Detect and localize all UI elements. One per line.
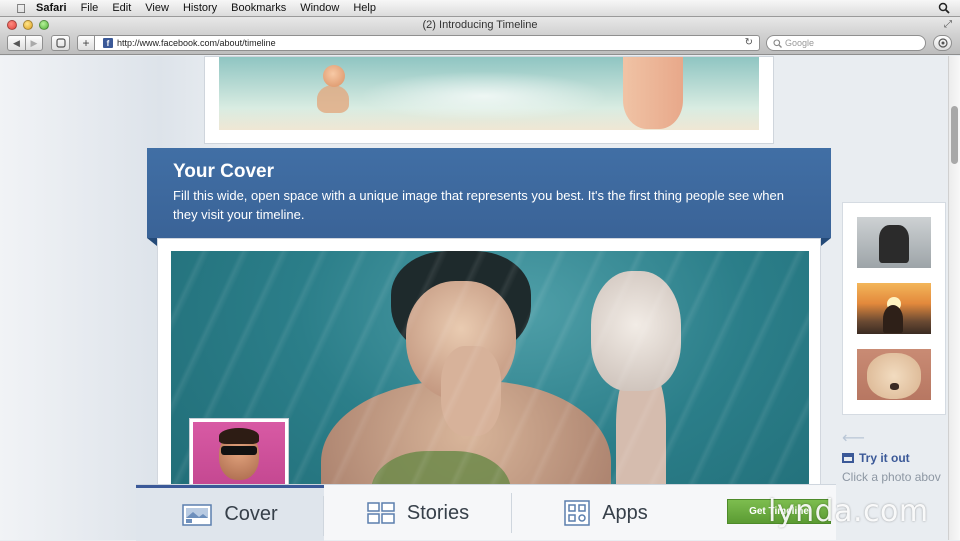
leg-figure <box>623 57 683 129</box>
spotlight-search-icon[interactable] <box>938 2 950 14</box>
section-title: Your Cover <box>173 161 275 182</box>
profile-picture <box>189 418 289 488</box>
stories-grid-icon <box>367 502 395 524</box>
tab-stories[interactable]: Stories <box>324 485 512 541</box>
back-button[interactable]: ◀ <box>7 35 26 51</box>
mac-menubar:  Safari File Edit View History Bookmark… <box>0 0 960 17</box>
search-field[interactable]: Google <box>766 35 926 51</box>
url-text[interactable]: http://www.facebook.com/about/timeline <box>117 38 276 48</box>
menu-history[interactable]: History <box>183 2 217 14</box>
scrollbar-thumb[interactable] <box>951 106 958 164</box>
cover-choices-panel <box>842 202 946 415</box>
reload-icon[interactable]: ↻ <box>745 37 753 48</box>
timeline-feature-nav: Cover Stories Apps Get Timeline <box>136 484 836 541</box>
previous-section-photo-frame <box>204 56 774 144</box>
tab-stories-label: Stories <box>406 501 470 524</box>
pool-photo <box>219 57 759 130</box>
tab-cover[interactable]: Cover <box>136 485 324 541</box>
facebook-favicon-icon: f <box>103 38 113 48</box>
vertical-scrollbar[interactable] <box>948 56 960 540</box>
window-icon <box>842 453 854 463</box>
forward-button[interactable]: ▶ <box>25 35 43 51</box>
tab-apps[interactable]: Apps <box>512 485 700 541</box>
banner-fold-left <box>147 238 157 246</box>
cover-photo-icon <box>182 503 213 526</box>
search-icon <box>773 38 782 48</box>
top-sites-button[interactable] <box>51 35 70 51</box>
menu-edit[interactable]: Edit <box>112 2 131 14</box>
apps-grid-icon <box>564 500 590 526</box>
page-viewport: Your Cover Fill this wide, open space wi… <box>0 56 948 540</box>
your-cover-banner: Your Cover Fill this wide, open space wi… <box>147 148 831 238</box>
search-placeholder: Google <box>785 38 815 48</box>
address-bar[interactable]: f http://www.facebook.com/about/timeline… <box>95 35 760 51</box>
cover-choice-thumbnail[interactable] <box>857 349 931 400</box>
cover-choice-thumbnail[interactable] <box>857 217 931 268</box>
child-figure <box>323 65 345 87</box>
top-sites-icon <box>55 38 66 48</box>
curved-arrow-icon: ⟵ <box>842 430 865 447</box>
add-bookmark-button[interactable]: + <box>77 35 95 51</box>
apple-logo-icon[interactable]:  <box>14 1 28 16</box>
menu-app-safari[interactable]: Safari <box>36 2 67 14</box>
window-title: (2) Introducing Timeline <box>422 19 538 31</box>
tab-cover-label: Cover <box>224 503 278 525</box>
banner-fold-right <box>821 238 831 246</box>
cover-choice-thumbnail[interactable] <box>857 283 931 334</box>
menu-window[interactable]: Window <box>300 2 339 14</box>
menu-file[interactable]: File <box>81 2 99 14</box>
tab-apps-label: Apps <box>602 501 648 524</box>
section-description: Fill this wide, open space with a unique… <box>173 188 784 222</box>
menu-bookmarks[interactable]: Bookmarks <box>231 2 286 14</box>
window-titlebar: (2) Introducing Timeline ⤢ <box>0 17 960 33</box>
downloads-button[interactable] <box>933 35 952 51</box>
menu-view[interactable]: View <box>145 2 169 14</box>
menu-help[interactable]: Help <box>353 2 376 14</box>
try-it-instructions: Click a photo abov <box>842 470 941 484</box>
lynda-watermark: lynda.com <box>768 494 929 529</box>
downloads-icon <box>937 38 948 48</box>
browser-toolbar: ◀ ▶ + f http://www.facebook.com/about/ti… <box>0 33 960 55</box>
try-it-out-heading: Try it out <box>842 451 910 465</box>
fullscreen-icon[interactable]: ⤢ <box>944 19 952 30</box>
